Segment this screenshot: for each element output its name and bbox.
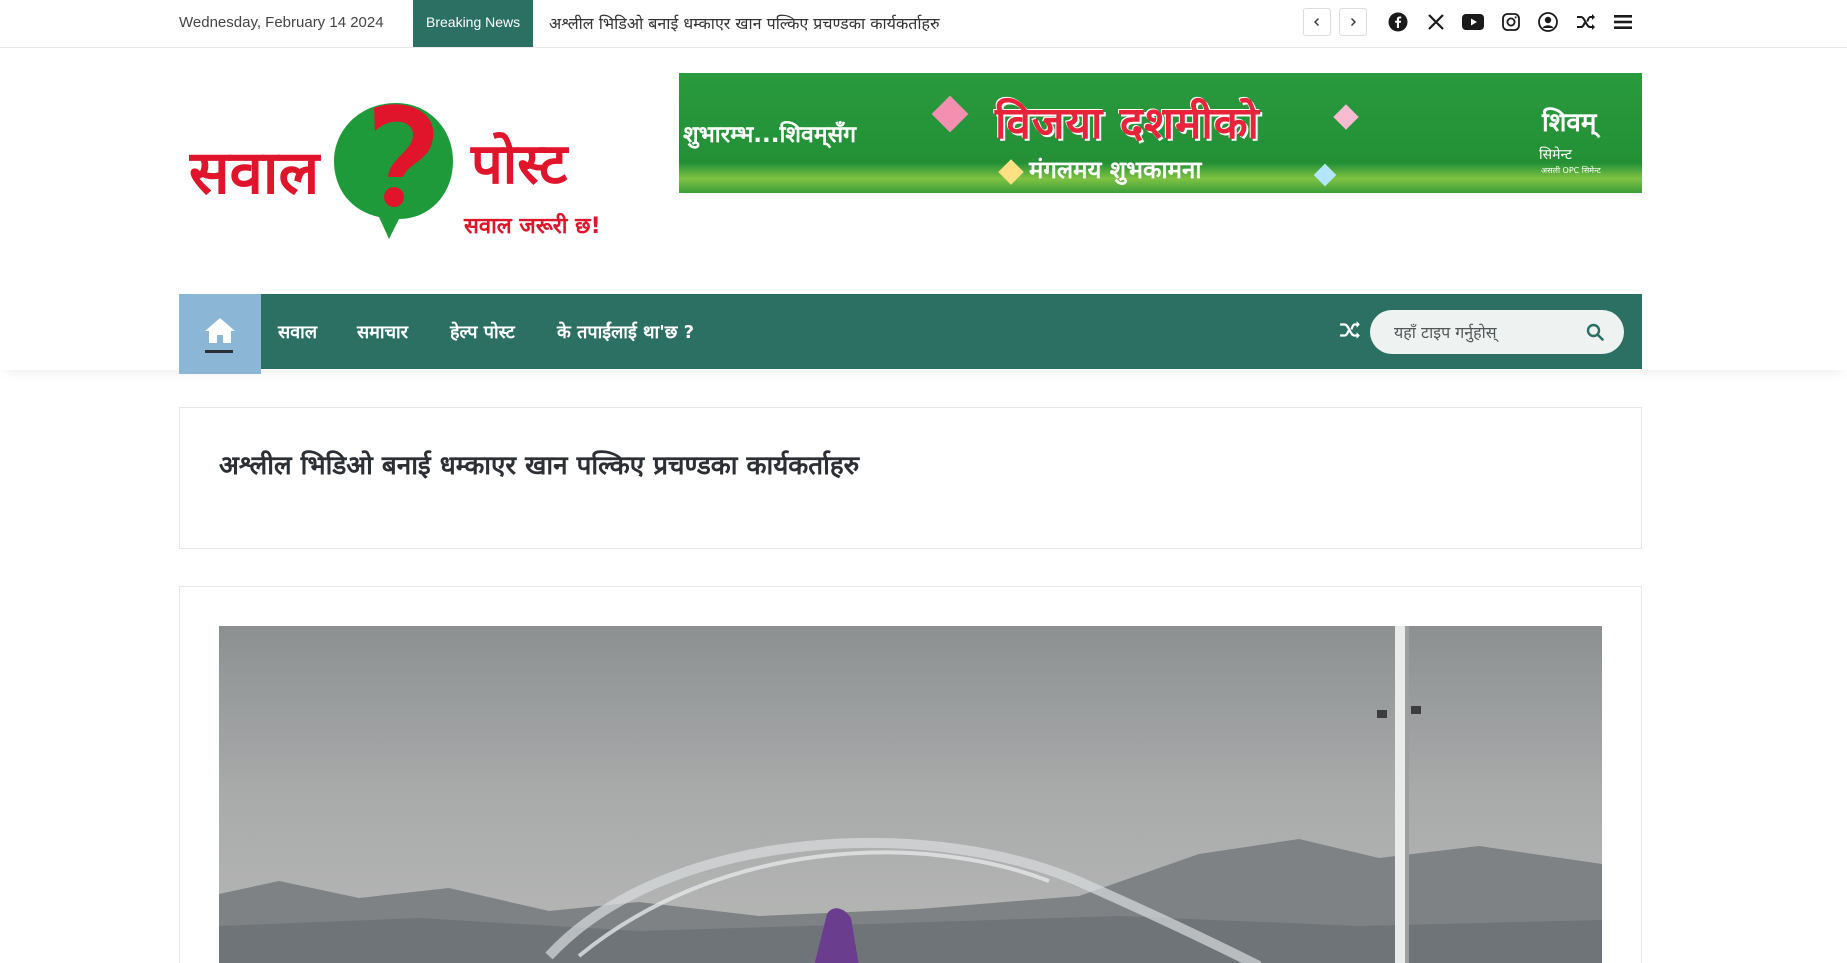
- facebook-link[interactable]: [1386, 10, 1410, 34]
- logo-word-sawal: सवाल: [189, 138, 321, 208]
- ticker-prev-button[interactable]: [1303, 8, 1331, 36]
- photo-mast-light: [1377, 710, 1387, 718]
- photo-mast-light-2: [1411, 706, 1421, 714]
- featured-image-container: [179, 586, 1642, 963]
- nav-random-button[interactable]: [1339, 320, 1361, 342]
- random-article-link[interactable]: [1574, 10, 1598, 34]
- facebook-icon: [1388, 12, 1408, 32]
- main-navigation: सवाल समाचार हेल्प पोस्ट के तपाईंलाई था'छ…: [179, 294, 1642, 374]
- chevron-left-icon: [1314, 18, 1319, 26]
- nav-item-ke-tapailai-thachha[interactable]: के तपाईंलाई था'छ ?: [557, 320, 694, 344]
- breaking-news-label: Breaking News: [413, 0, 534, 47]
- x-icon: [1428, 14, 1444, 30]
- banner-title: विजया दशमीको: [995, 98, 1260, 149]
- search-button[interactable]: [1586, 323, 1604, 341]
- article-header: अश्लील भिडिओ बनाई धम्काएर खान पल्किए प्र…: [179, 407, 1642, 549]
- search-box: [1370, 310, 1624, 354]
- search-icon: [1586, 323, 1604, 341]
- home-icon: [205, 318, 235, 343]
- banner-brand-name: शिवम्: [1542, 108, 1597, 138]
- shuffle-icon: [1340, 321, 1360, 339]
- youtube-icon: [1462, 14, 1484, 30]
- nav-item-sawal[interactable]: सवाल: [278, 320, 317, 344]
- instagram-icon: [1502, 13, 1520, 31]
- nav-item-help-post[interactable]: हेल्प पोस्ट: [450, 320, 515, 344]
- nav-item-samachar[interactable]: समाचार: [357, 320, 408, 344]
- top-bar-inner: Wednesday, February 14 2024 Breaking New…: [179, 0, 1642, 47]
- current-date: Wednesday, February 14 2024: [179, 14, 384, 31]
- side-menu-button[interactable]: [1611, 10, 1635, 34]
- logo-question-dot: [384, 187, 404, 207]
- instagram-link[interactable]: [1499, 10, 1523, 34]
- featured-image: [219, 626, 1602, 963]
- kite-decoration: [931, 95, 969, 133]
- login-link[interactable]: [1536, 10, 1560, 34]
- banner-brand-sub: सिमेन्ट: [1539, 147, 1572, 163]
- shuffle-icon: [1577, 14, 1595, 30]
- x-link[interactable]: [1424, 10, 1448, 34]
- advertisement-banner[interactable]: शुभारम्भ...शिवम्‌सँग विजया दशमीको मंगलमय…: [679, 73, 1642, 193]
- kite-decoration: [998, 159, 1024, 185]
- logo-word-post: पोस्ट: [470, 131, 569, 197]
- kite-decoration: [1333, 104, 1359, 130]
- site-logo[interactable]: सवाल पोस्ट सवाल जरूरी छ!: [188, 103, 635, 243]
- breaking-news-headline[interactable]: अश्लील भिडिओ बनाई धम्काएर खान पल्किए प्र…: [549, 12, 940, 34]
- active-indicator: [205, 350, 233, 353]
- user-icon: [1538, 12, 1558, 32]
- nav-home-button[interactable]: [179, 294, 261, 374]
- banner-left-text: शुभारम्भ...शिवम्‌सँग: [683, 122, 857, 148]
- logo-tagline: सवाल जरूरी छ!: [463, 212, 601, 239]
- menu-icon: [1614, 15, 1632, 29]
- youtube-link[interactable]: [1461, 10, 1485, 34]
- banner-subtitle: मंगलमय शुभकामना: [1029, 156, 1202, 184]
- ticker-next-button[interactable]: [1339, 8, 1367, 36]
- article-title: अश्लील भिडिओ बनाई धम्काएर खान पल्किए प्र…: [219, 451, 860, 481]
- search-input[interactable]: [1370, 310, 1590, 354]
- chevron-right-icon: [1351, 18, 1356, 26]
- banner-brand-tag: असली OPC सिमेन्ट: [1541, 166, 1601, 175]
- top-bar: Wednesday, February 14 2024 Breaking New…: [0, 0, 1847, 48]
- photo-mast-shade: [1405, 626, 1409, 963]
- kite-decoration: [1313, 163, 1337, 187]
